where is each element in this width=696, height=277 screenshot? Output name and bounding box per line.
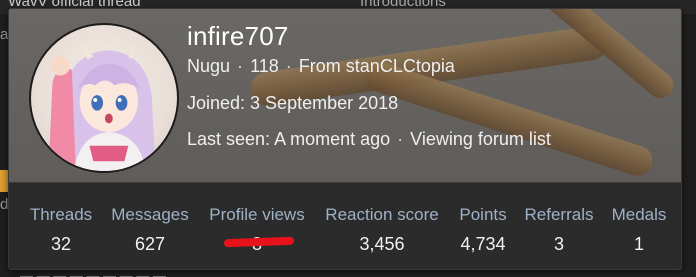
stat-label: Reaction score xyxy=(325,205,439,224)
stat-value: 1 xyxy=(633,234,644,254)
stat-label: Messages xyxy=(111,205,189,224)
user-meta-line: Nugu · 118 · From stanCLCtopia xyxy=(187,56,455,77)
avatar-image xyxy=(48,40,156,171)
user-last-seen-line: Last seen: A moment ago · Viewing forum … xyxy=(187,129,551,150)
stat-value: 627 xyxy=(134,234,166,254)
stat-label: Profile views xyxy=(209,205,305,224)
stat-value: 3 xyxy=(553,234,564,254)
stat-messages[interactable]: Messages 627 xyxy=(107,205,193,255)
user-joined-date: Joined: 3 September 2018 xyxy=(187,93,399,113)
stat-profile-views: Profile views 8 xyxy=(205,205,309,255)
stat-label: Referrals xyxy=(524,205,594,224)
separator: · xyxy=(397,129,404,149)
user-location-link[interactable]: From stanCLCtopia xyxy=(299,56,455,76)
user-level: 118 xyxy=(250,56,279,76)
stat-reaction-score[interactable]: Reaction score 3,456 xyxy=(321,205,443,255)
separator: · xyxy=(285,56,292,76)
user-last-seen: Last seen: A moment ago xyxy=(187,129,391,149)
stat-threads[interactable]: Threads 32 xyxy=(27,205,95,255)
username-link[interactable]: infire707 xyxy=(187,21,289,52)
stat-label: Threads xyxy=(29,205,93,224)
stat-value: 3,456 xyxy=(359,234,405,254)
user-activity-link[interactable]: Viewing forum list xyxy=(410,129,551,149)
stat-referrals[interactable]: Referrals 3 xyxy=(521,205,597,255)
stat-label: Points xyxy=(459,205,507,224)
stat-value: 4,734 xyxy=(460,234,506,254)
stat-points[interactable]: Points 4,734 xyxy=(455,205,511,255)
user-rank: Nugu xyxy=(187,56,231,76)
stat-value: 32 xyxy=(50,234,72,254)
separator: · xyxy=(237,56,244,76)
profile-banner: infire707 Nugu · 118 · From stanCLCtopia… xyxy=(9,9,681,182)
member-tooltip-card: infire707 Nugu · 118 · From stanCLCtopia… xyxy=(8,8,682,270)
avatar[interactable] xyxy=(29,23,179,173)
stat-label: Medals xyxy=(611,205,667,224)
member-stats-bar: Threads 32 Messages 627 Profile views 8 … xyxy=(9,182,681,269)
stat-medals[interactable]: Medals 1 xyxy=(607,205,671,255)
